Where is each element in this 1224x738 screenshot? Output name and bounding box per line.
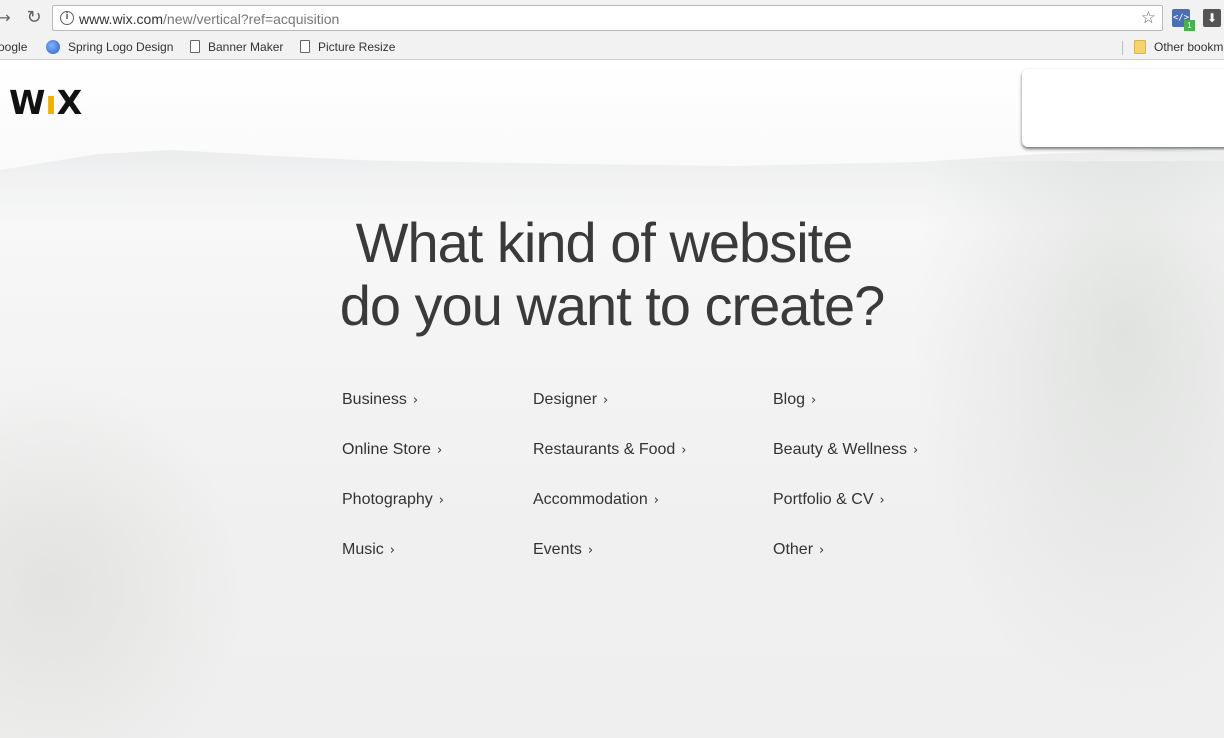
chevron-right-icon: › bbox=[879, 493, 885, 508]
bookmarks-bar: oogle Spring Logo Design Banner Maker Pi… bbox=[0, 35, 1224, 60]
chevron-right-icon: › bbox=[587, 543, 594, 558]
chevron-right-icon: › bbox=[811, 393, 817, 408]
category-photography[interactable]: Photography › bbox=[342, 491, 444, 509]
login-panel bbox=[1022, 69, 1224, 147]
category-events[interactable]: Events › bbox=[533, 541, 593, 559]
bookmark-spring-logo-design[interactable]: Spring Logo Design bbox=[46, 39, 173, 56]
bookmark-picture-resize[interactable]: Picture Resize bbox=[300, 39, 395, 56]
address-bar[interactable]: i www.wix.com/new/vertical?ref=acquisiti… bbox=[52, 5, 1163, 31]
chevron-right-icon: › bbox=[913, 443, 919, 458]
site-info-icon[interactable]: i bbox=[60, 11, 74, 25]
bookmarks-separator bbox=[1122, 41, 1123, 55]
folder-icon bbox=[1134, 39, 1146, 54]
category-online-store[interactable]: Online Store › bbox=[342, 441, 442, 459]
spring-logo-icon bbox=[46, 39, 60, 54]
bookmark-banner-maker[interactable]: Banner Maker bbox=[190, 39, 283, 56]
other-bookmarks[interactable]: Other bookm bbox=[1134, 39, 1223, 56]
category-designer[interactable]: Designer › bbox=[533, 391, 608, 409]
extension-badge: 1 bbox=[1184, 20, 1195, 31]
wix-page: WıX What kind of website do you want to … bbox=[0, 61, 1224, 738]
chevron-right-icon: › bbox=[389, 543, 395, 558]
chevron-right-icon: › bbox=[412, 393, 419, 408]
bookmark-google[interactable]: oogle bbox=[0, 39, 27, 56]
chevron-right-icon: › bbox=[438, 493, 444, 508]
category-business[interactable]: Business › bbox=[342, 391, 418, 409]
category-portfolio-cv[interactable]: Portfolio & CV › bbox=[773, 491, 885, 509]
page-icon bbox=[300, 40, 310, 54]
page-title: What kind of website do you want to crea… bbox=[339, 211, 886, 337]
wix-logo[interactable]: WıX bbox=[9, 83, 82, 122]
reload-icon[interactable]: ↻ bbox=[24, 8, 44, 28]
category-blog[interactable]: Blog › bbox=[773, 391, 816, 409]
browser-toolbar: → ↻ i www.wix.com/new/vertical?ref=acqui… bbox=[0, 0, 1224, 35]
chevron-right-icon: › bbox=[681, 443, 687, 458]
page-icon bbox=[190, 40, 200, 54]
address-url[interactable]: www.wix.com/new/vertical?ref=acquisition bbox=[79, 11, 339, 27]
download-extension-icon[interactable]: ⬇ bbox=[1203, 9, 1221, 27]
chevron-right-icon: › bbox=[436, 443, 443, 458]
chevron-right-icon: › bbox=[603, 393, 609, 408]
category-beauty-wellness[interactable]: Beauty & Wellness › bbox=[773, 441, 918, 459]
bookmark-star-icon[interactable]: ☆ bbox=[1141, 8, 1156, 28]
category-music[interactable]: Music › bbox=[342, 541, 395, 559]
category-other[interactable]: Other › bbox=[773, 541, 824, 559]
category-restaurants-food[interactable]: Restaurants & Food › bbox=[533, 441, 687, 459]
background-trees-left bbox=[0, 361, 260, 738]
forward-icon[interactable]: → bbox=[0, 8, 14, 28]
chevron-right-icon: › bbox=[653, 493, 659, 508]
chevron-right-icon: › bbox=[819, 543, 825, 558]
category-accommodation[interactable]: Accommodation › bbox=[533, 491, 659, 509]
